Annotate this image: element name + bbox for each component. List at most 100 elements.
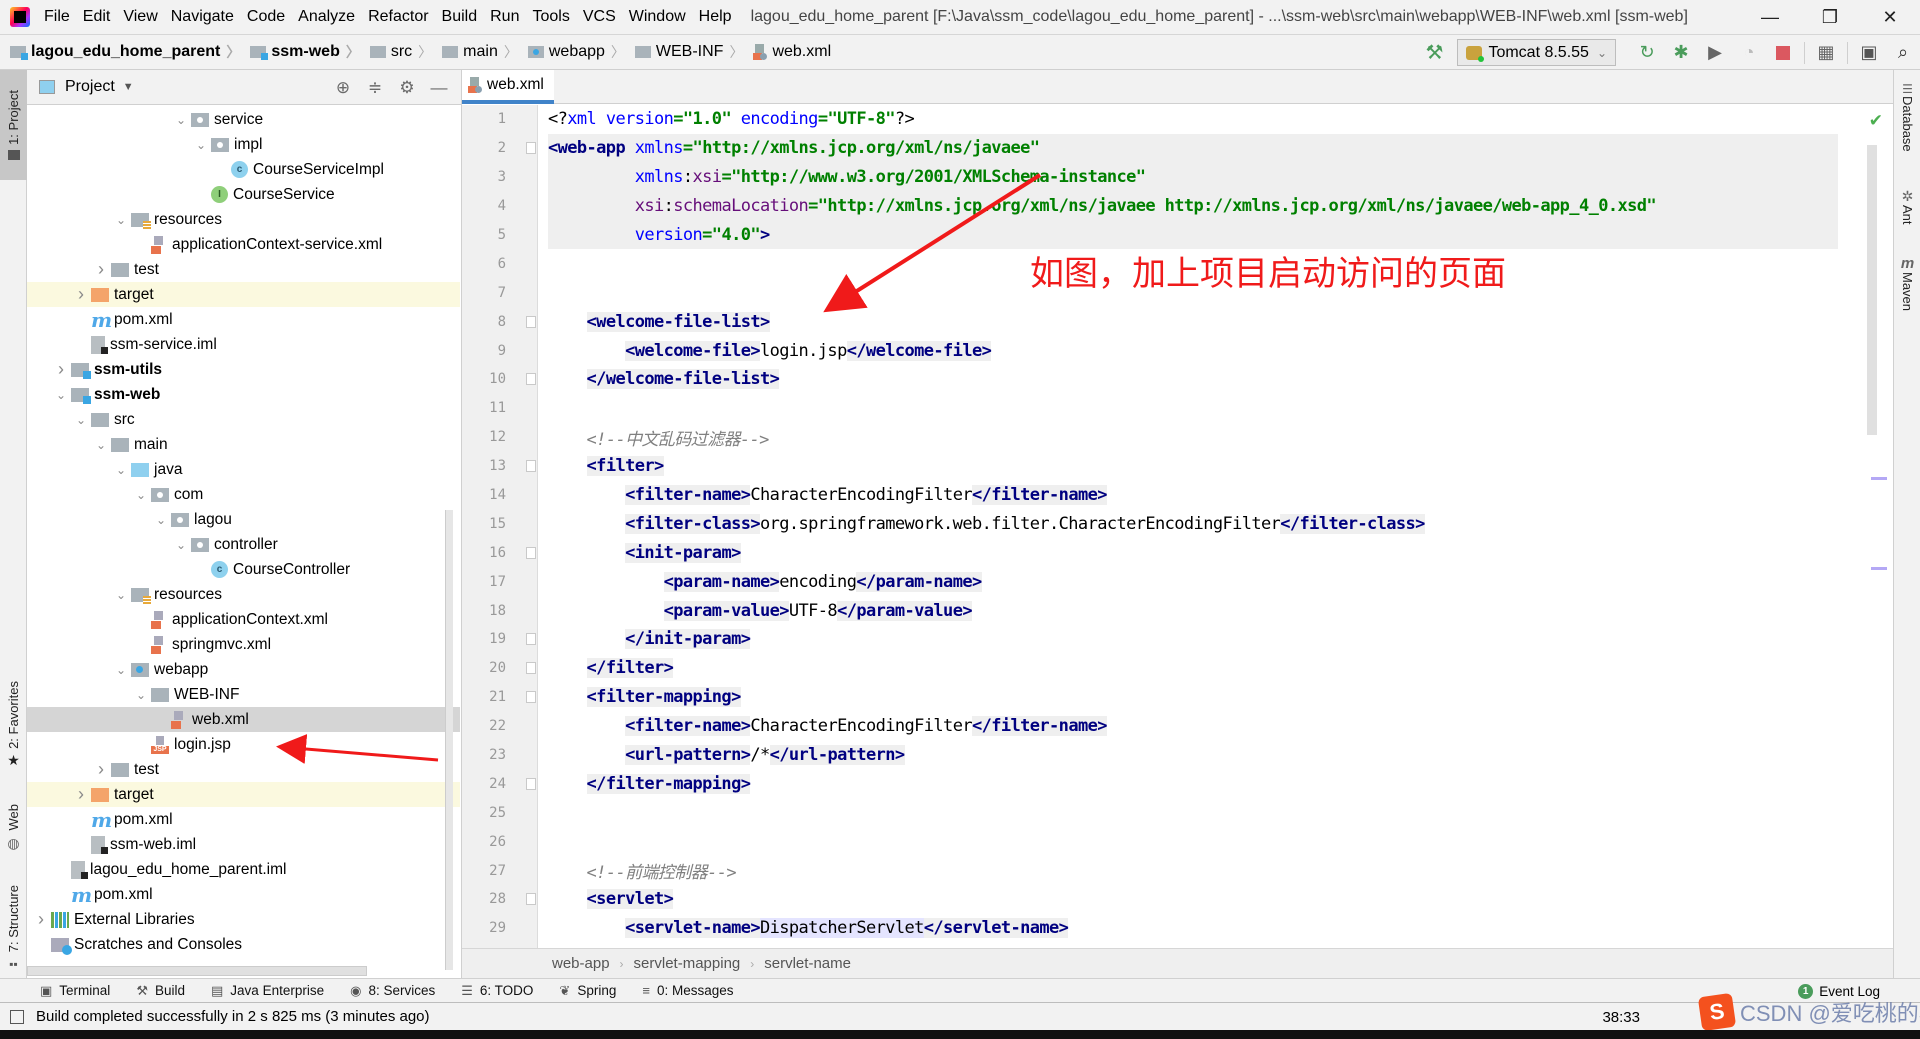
menu-build[interactable]: Build (442, 8, 478, 26)
code-line[interactable]: 3 xmlns:xsi="http://www.w3.org/2001/XMLS… (462, 163, 1893, 192)
editor-vertical-scrollbar[interactable] (1867, 145, 1877, 435)
fold-marker-icon[interactable] (526, 142, 536, 155)
bottom-tab-services[interactable]: ◉ 8: Services (350, 983, 435, 999)
stop-icon[interactable] (1766, 38, 1800, 68)
code-line[interactable]: 19 </init-param> (462, 625, 1893, 654)
menu-code[interactable]: Code (247, 8, 285, 26)
tree-item[interactable]: c CourseController (27, 557, 460, 582)
code-line[interactable]: 4 xsi:schemaLocation="http://xmlns.jcp.o… (462, 192, 1893, 221)
fold-marker-icon[interactable] (526, 546, 536, 559)
code-line[interactable]: 18 <param-value>UTF-8</param-value> (462, 596, 1893, 625)
tree-item[interactable]: ⌄ impl (27, 132, 460, 157)
tree-item[interactable]: springmvc.xml (27, 632, 460, 657)
fold-marker-icon[interactable] (526, 777, 536, 790)
code-line[interactable]: 10 </welcome-file-list> (462, 365, 1893, 394)
chevron-down-icon[interactable]: ⌄ (111, 213, 131, 227)
chevron-down-icon[interactable]: ⌄ (131, 688, 151, 702)
tool-windows-toggle-icon[interactable] (10, 1009, 24, 1024)
code-line[interactable]: 13 <filter> (462, 452, 1893, 481)
menu-navigate[interactable]: Navigate (171, 8, 234, 26)
profile-icon[interactable]: ◔ (1732, 38, 1766, 68)
chevron-right-icon[interactable]: › (91, 759, 111, 780)
tree-item[interactable]: ⌄ service (27, 107, 460, 132)
menu-vcs[interactable]: VCS (583, 8, 616, 26)
chevron-down-icon[interactable]: ⌄ (111, 463, 131, 477)
breadcrumb-item[interactable]: src 〉 (360, 42, 432, 62)
code-line[interactable]: 15 <filter-class>org.springframework.web… (462, 509, 1893, 538)
tree-item[interactable]: ⌄ resources (27, 582, 460, 607)
tree-item[interactable]: ⌄ WEB-INF (27, 682, 460, 707)
code-line[interactable]: 8 <welcome-file-list> (462, 307, 1893, 336)
tree-item[interactable]: c CourseServiceImpl (27, 157, 460, 182)
tree-item[interactable]: ⌄ resources (27, 207, 460, 232)
project-view-selector[interactable]: Project (65, 78, 115, 96)
tree-item[interactable]: web.xml (27, 707, 460, 732)
chevron-right-icon[interactable]: › (91, 259, 111, 280)
editor-breadcrumb-item[interactable]: servlet-name (764, 955, 851, 972)
rerun-icon[interactable]: ↻ (1630, 38, 1664, 68)
settings-icon[interactable]: ⚙ (391, 78, 423, 98)
tree-item[interactable]: Scratches and Consoles (27, 932, 460, 957)
editor-breadcrumb-item[interactable]: servlet-mapping (634, 955, 741, 972)
menu-refactor[interactable]: Refactor (368, 8, 428, 26)
bottom-tab-messages[interactable]: ≡ 0: Messages (642, 983, 733, 998)
chevron-down-icon[interactable]: ⌄ (131, 488, 151, 502)
menu-view[interactable]: View (123, 8, 157, 26)
locate-icon[interactable]: ⊕ (327, 78, 359, 98)
tree-item[interactable]: ⌄ src (27, 407, 460, 432)
run-anything-icon[interactable]: ▣ (1852, 38, 1886, 68)
chevron-down-icon[interactable]: ⌄ (171, 538, 191, 552)
code-line[interactable]: 14 <filter-name>CharacterEncodingFilter<… (462, 481, 1893, 510)
tree-item[interactable]: m pom.xml (27, 882, 460, 907)
code-line[interactable]: 21 <filter-mapping> (462, 683, 1893, 712)
code-line[interactable]: 27 <!--前端控制器--> (462, 856, 1893, 885)
code-line[interactable]: 26 (462, 827, 1893, 856)
code-line[interactable]: 25 (462, 798, 1893, 827)
tool-tab-web[interactable]: Web ◍ (0, 788, 27, 868)
tree-horizontal-scrollbar[interactable] (27, 966, 367, 976)
tree-item[interactable]: lagou_edu_home_parent.iml (27, 857, 460, 882)
fold-marker-icon[interactable] (526, 662, 536, 675)
tree-item[interactable]: ssm-service.iml (27, 332, 460, 357)
bottom-tab-java-enterprise[interactable]: ▤ Java Enterprise (211, 983, 324, 999)
code-line[interactable]: 28 <servlet> (462, 885, 1893, 914)
chevron-down-icon[interactable]: ▼ (123, 81, 134, 93)
chevron-down-icon[interactable]: ⌄ (91, 438, 111, 452)
tree-item[interactable]: applicationContext-service.xml (27, 232, 460, 257)
tree-item[interactable]: ssm-web.iml (27, 832, 460, 857)
chevron-down-icon[interactable]: ⌄ (71, 413, 91, 427)
tool-tab-structure[interactable]: 7: Structure ▪▪ (0, 878, 27, 978)
code-line[interactable]: 2 <web-app xmlns="http://xmlns.jcp.org/xm… (462, 134, 1893, 163)
menu-run[interactable]: Run (490, 8, 519, 26)
fold-marker-icon[interactable] (526, 373, 536, 386)
close-button[interactable]: ✕ (1860, 0, 1920, 35)
tool-tab-database[interactable]: ☰ Database (1894, 82, 1920, 152)
run-configuration-dropdown[interactable]: Tomcat 8.5.55 ⌄ (1457, 39, 1616, 66)
usage-marker[interactable] (1871, 477, 1887, 480)
menu-edit[interactable]: Edit (83, 8, 111, 26)
tree-item[interactable]: ⌄ controller (27, 532, 460, 557)
fold-marker-icon[interactable] (526, 460, 536, 473)
code-line[interactable]: 9 <welcome-file>login.jsp</welcome-file> (462, 336, 1893, 365)
fold-marker-icon[interactable] (526, 633, 536, 646)
fold-marker-icon[interactable] (526, 893, 536, 906)
menu-help[interactable]: Help (699, 8, 732, 26)
minimize-button[interactable]: — (1740, 0, 1800, 35)
menu-window[interactable]: Window (629, 8, 686, 26)
bottom-tab-todo[interactable]: ☰ 6: TODO (461, 983, 533, 999)
code-line[interactable]: 12 <!--中文乱码过滤器--> (462, 423, 1893, 452)
build-hammer-icon[interactable]: ⚒ (1426, 40, 1444, 65)
tree-item[interactable]: I CourseService (27, 182, 460, 207)
tree-item[interactable]: › test (27, 757, 460, 782)
chevron-down-icon[interactable]: ⌄ (171, 113, 191, 127)
bottom-tab-spring[interactable]: ❦ Spring (559, 983, 616, 999)
code-line[interactable]: 16 <init-param> (462, 538, 1893, 567)
tree-item[interactable]: › External Libraries (27, 907, 460, 932)
tree-item[interactable]: ⌄ main (27, 432, 460, 457)
tool-tab-ant[interactable]: ✲ Ant (1894, 188, 1920, 225)
tree-item[interactable]: ⌄ lagou (27, 507, 460, 532)
chevron-down-icon[interactable]: ⌄ (111, 663, 131, 677)
breadcrumb-item[interactable]: webapp 〉 (518, 42, 625, 62)
chevron-right-icon[interactable]: › (71, 284, 91, 305)
tree-item[interactable]: › target (27, 782, 460, 807)
